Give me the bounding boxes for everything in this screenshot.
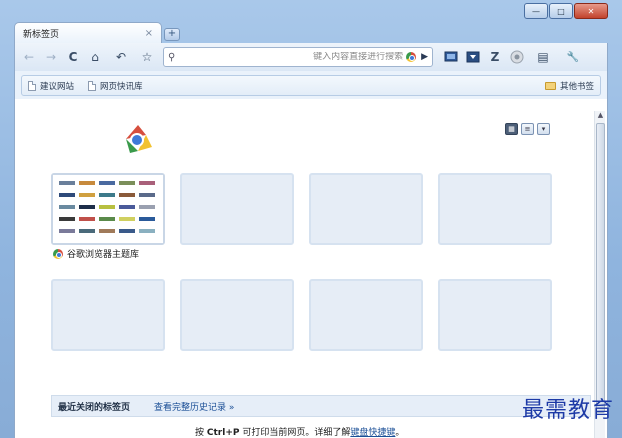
- toolbar: ← → C ⌂ ↶ ☆ ⚲ ▶ Z ▤ 🔧: [14, 43, 608, 71]
- recently-closed-title: 最近关闭的标签页: [58, 402, 131, 413]
- empty-thumbnail-slot[interactable]: [180, 279, 294, 351]
- new-tab-button[interactable]: +: [164, 28, 180, 41]
- minimize-button[interactable]: —: [524, 3, 548, 19]
- empty-thumbnail-slot[interactable]: [51, 279, 165, 351]
- empty-thumbnail-slot[interactable]: [438, 279, 552, 351]
- empty-thumbnail-slot[interactable]: [438, 173, 552, 245]
- bookmark-star-button[interactable]: ☆: [137, 47, 157, 67]
- folder-icon: [544, 81, 556, 90]
- keyboard-shortcuts-link[interactable]: 键盘快捷键: [350, 428, 395, 438]
- save-page-icon[interactable]: [463, 47, 483, 67]
- shortcut-tip: 按 Ctrl+P 可打印当前网页。详细了解键盘快捷键。: [195, 425, 404, 438]
- options-dropdown-icon[interactable]: ▾: [537, 123, 550, 135]
- search-engine-icon[interactable]: [406, 52, 417, 62]
- tip-suffix: 。: [395, 428, 405, 438]
- recently-closed-bar: 最近关闭的标签页 查看完整历史记录 »: [51, 395, 591, 417]
- undo-button[interactable]: ↶: [107, 47, 135, 67]
- scroll-up-icon[interactable]: ▲: [596, 111, 605, 121]
- grid-view-icon[interactable]: ▦: [505, 123, 518, 135]
- watermark-logo: 最需教育: [521, 398, 614, 423]
- home-button[interactable]: ⌂: [85, 47, 105, 67]
- close-window-button[interactable]: ✕: [574, 3, 608, 19]
- page-icon: [88, 80, 97, 91]
- reload-button[interactable]: C: [63, 47, 83, 67]
- most-visited-thumbnail[interactable]: [51, 173, 165, 245]
- thumbnail-label[interactable]: 谷歌浏览器主题库: [53, 247, 139, 260]
- screenshot-icon[interactable]: [441, 47, 461, 67]
- browser-window: — □ ✕ 新标签页 × + ← → C ⌂ ↶ ☆ ⚲ ▶ Z ▤ 🔧: [0, 0, 622, 438]
- go-button[interactable]: ▶: [421, 52, 428, 62]
- omnibox[interactable]: ⚲ ▶: [163, 47, 433, 67]
- vertical-scrollbar[interactable]: ▲: [594, 111, 605, 438]
- forward-button[interactable]: →: [41, 47, 61, 67]
- theme-logo-icon: [126, 125, 152, 153]
- bookmarks-bar-inner: 建议网站 网页快讯库 其他书签: [21, 75, 601, 96]
- bookmark-suggested-sites[interactable]: 建议网站: [28, 80, 74, 92]
- maximize-button[interactable]: □: [549, 3, 573, 19]
- bookmarks-bar: 建议网站 网页快讯库 其他书签: [14, 71, 608, 99]
- chrome-icon: [53, 248, 63, 259]
- omnibox-input[interactable]: [178, 52, 404, 62]
- scrollbar-thumb[interactable]: [596, 123, 605, 413]
- page-menu-button[interactable]: ▤: [529, 47, 557, 67]
- tab-close-icon[interactable]: ×: [145, 28, 153, 39]
- window-controls: — □ ✕: [524, 3, 608, 19]
- empty-thumbnail-slot[interactable]: [309, 279, 423, 351]
- search-icon: ⚲: [168, 51, 176, 63]
- thumbnail-title: 谷歌浏览器主题库: [67, 250, 140, 260]
- tab-new-tab[interactable]: 新标签页 ×: [14, 22, 162, 44]
- empty-thumbnail-slot[interactable]: [180, 173, 294, 245]
- tab-title: 新标签页: [23, 30, 60, 40]
- new-tab-page: ▦ ≡ ▾ 谷歌浏览器主题库 最近关闭的标签页 查看完整历史记录 » 按 Ctr…: [14, 99, 608, 438]
- theme-gallery-preview: [53, 175, 163, 243]
- bookmark-label: 建议网站: [40, 81, 75, 92]
- bookmark-label: 网页快讯库: [100, 81, 143, 92]
- wrench-menu-button[interactable]: 🔧: [559, 47, 587, 67]
- tip-prefix: 按: [195, 428, 205, 438]
- other-bookmarks-folder[interactable]: 其他书签: [544, 80, 594, 92]
- list-view-icon[interactable]: ≡: [521, 123, 534, 135]
- view-toggles: ▦ ≡ ▾: [505, 123, 550, 135]
- extension-icon[interactable]: [507, 47, 527, 67]
- tip-shortcut: Ctrl+P: [206, 428, 240, 438]
- z-button[interactable]: Z: [485, 47, 505, 67]
- tip-middle: 可打印当前网页。详细了解: [242, 428, 351, 438]
- bookmark-web-slice-gallery[interactable]: 网页快讯库: [88, 80, 143, 92]
- other-bookmarks-label: 其他书签: [559, 81, 594, 92]
- page-icon: [28, 80, 36, 91]
- empty-thumbnail-slot[interactable]: [309, 173, 423, 245]
- full-history-link[interactable]: 查看完整历史记录 »: [154, 400, 234, 413]
- back-button[interactable]: ←: [19, 47, 39, 67]
